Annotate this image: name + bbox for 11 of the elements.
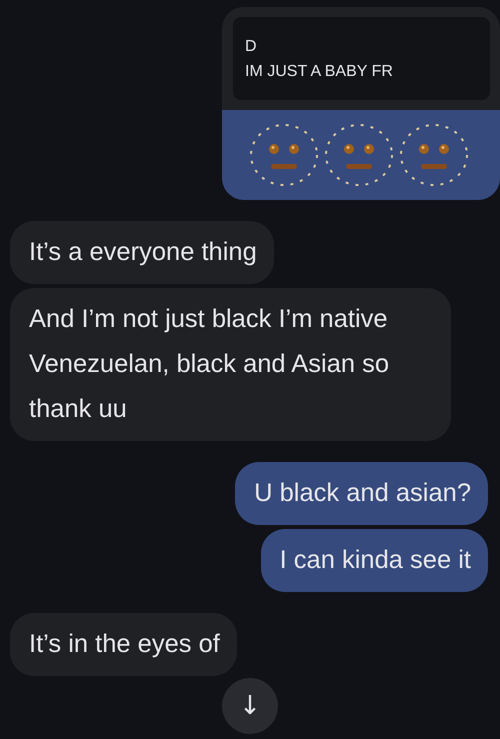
- scroll-down-button[interactable]: ↓: [222, 678, 278, 734]
- quote-author: D: [245, 37, 258, 57]
- message-bubble: It’s in the eyes of: [10, 613, 237, 676]
- message-bubble: And I’m not just black I’m native Venezuelan, black and Asian so thank uu: [10, 288, 451, 441]
- message-bubble: U black and asian?: [235, 462, 488, 525]
- message-bubble: I can kinda see it: [260, 529, 488, 592]
- dotted-face-icon: [322, 121, 396, 189]
- dotted-face-icon: [247, 121, 321, 189]
- dotted-face-icon: [397, 121, 471, 189]
- message-bubble: It’s a everyone thing: [10, 221, 274, 284]
- quote-text: IM JUST A BABY FR: [245, 62, 394, 82]
